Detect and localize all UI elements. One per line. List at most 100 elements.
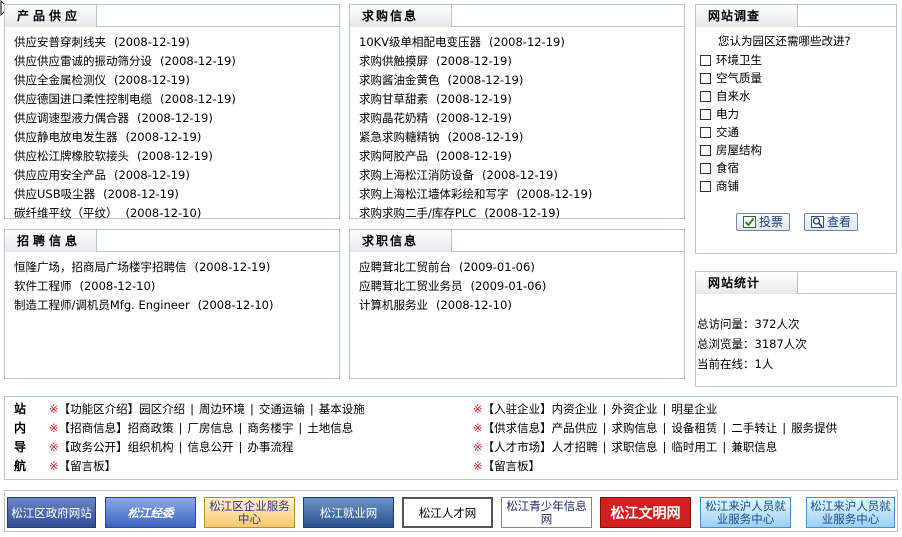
nav-section-heading[interactable]: 【入驻企业】 [483, 402, 552, 416]
survey-option[interactable]: 商铺 [700, 177, 896, 195]
survey-checkbox[interactable] [700, 126, 711, 138]
partner-link-enterprise-service[interactable]: 松江区企业服务中心 [204, 497, 295, 528]
survey-option[interactable]: 空气质量 [700, 69, 896, 87]
item-link[interactable]: 应聘茸北工贸业务员 [359, 279, 463, 293]
survey-checkbox[interactable] [700, 108, 711, 120]
list-item[interactable]: 供应供应雷诚的振动筛分设 (2008-12-19) [14, 52, 339, 71]
list-item[interactable]: 紧急求购糖精钠 (2008-12-19) [359, 128, 684, 147]
nav-link[interactable]: 服务提供 [791, 421, 837, 435]
list-item[interactable]: 求购晶花奶精 (2008-12-19) [359, 109, 684, 128]
list-item[interactable]: 求购供触摸屏 (2008-12-19) [359, 52, 684, 71]
survey-option[interactable]: 环境卫生 [700, 51, 896, 69]
partner-link-economic-commission[interactable]: 松江经委 [105, 497, 196, 528]
survey-checkbox[interactable] [700, 180, 711, 192]
item-link[interactable]: 供应松江牌橡胶软接头 [14, 149, 129, 163]
nav-link[interactable]: 兼职信息 [731, 440, 777, 454]
list-item[interactable]: 碳纤维平纹（平纹） (2008-12-10) [14, 204, 339, 223]
partner-link-songjiang-gov[interactable]: 松江区政府网站 [7, 497, 96, 528]
item-link[interactable]: 求购甘草甜素 [359, 92, 428, 106]
nav-section-heading[interactable]: 【招商信息】 [59, 421, 128, 435]
survey-option[interactable]: 食宿 [700, 159, 896, 177]
nav-link[interactable]: 办事流程 [247, 440, 293, 454]
list-item[interactable]: 应聘茸北工贸业务员 (2009-01-06) [359, 277, 684, 296]
nav-section-heading[interactable]: 【功能区介绍】 [59, 402, 140, 416]
nav-link[interactable]: 交通运输 [259, 402, 305, 416]
list-item[interactable]: 求购上海松江消防设备 (2008-12-19) [359, 166, 684, 185]
vote-button[interactable]: 投票 [736, 213, 791, 231]
list-item[interactable]: 计算机服务业 (2008-12-10) [359, 296, 684, 315]
survey-checkbox[interactable] [700, 90, 711, 102]
survey-option[interactable]: 房屋结构 [700, 141, 896, 159]
item-link[interactable]: 求购供触摸屏 [359, 54, 428, 68]
nav-link[interactable]: 外资企业 [612, 402, 658, 416]
nav-link[interactable]: 基本设施 [319, 402, 365, 416]
nav-link[interactable]: 信息公开 [188, 440, 234, 454]
item-link[interactable]: 供应供应雷诚的振动筛分设 [14, 54, 152, 68]
survey-checkbox[interactable] [700, 144, 711, 156]
list-item[interactable]: 供应调速型液力偶合器 (2008-12-19) [14, 109, 339, 128]
nav-link[interactable]: 求购信息 [612, 421, 658, 435]
item-link[interactable]: 供应德国进口柔性控制电缆 [14, 92, 152, 106]
nav-link[interactable]: 招商政策 [128, 421, 174, 435]
list-item[interactable]: 求购甘草甜素 (2008-12-19) [359, 90, 684, 109]
survey-checkbox[interactable] [700, 72, 711, 84]
list-item[interactable]: 供应德国进口柔性控制电缆 (2008-12-19) [14, 90, 339, 109]
item-link[interactable]: 供应调速型液力偶合器 [14, 111, 129, 125]
survey-option[interactable]: 交通 [700, 123, 896, 141]
item-link[interactable]: 求购求购二手/库存PLC [359, 206, 476, 220]
item-link[interactable]: 计算机服务业 [359, 298, 428, 312]
survey-option[interactable]: 自来水 [700, 87, 896, 105]
item-link[interactable]: 求购酱油金黄色 [359, 73, 440, 87]
list-item[interactable]: 求购上海松江墙体彩绘和写字 (2008-12-19) [359, 185, 684, 204]
list-item[interactable]: 供应USB吸尘器 (2008-12-19) [14, 185, 339, 204]
nav-section-heading[interactable]: 【人才市场】 [483, 440, 552, 454]
nav-link[interactable]: 组织机构 [128, 440, 174, 454]
nav-section-heading[interactable]: 【政务公开】 [59, 440, 128, 454]
list-item[interactable]: 应聘茸北工贸前台 (2009-01-06) [359, 258, 684, 277]
list-item[interactable]: 供应松江牌橡胶软接头 (2008-12-19) [14, 147, 339, 166]
nav-link[interactable]: 土地信息 [307, 421, 353, 435]
list-item[interactable]: 求购阿胶产品 (2008-12-19) [359, 147, 684, 166]
survey-checkbox[interactable] [700, 54, 711, 66]
item-link[interactable]: 恒隆广场，招商局广场楼宇招聘信 [14, 260, 187, 274]
partner-link-civilization[interactable]: 松江文明网 [600, 497, 691, 528]
nav-link[interactable]: 明星企业 [671, 402, 717, 416]
list-item[interactable]: 供应静电放电发生器 (2008-12-19) [14, 128, 339, 147]
partner-link-employment[interactable]: 松江就业网 [303, 497, 394, 528]
nav-link[interactable]: 二手转让 [731, 421, 777, 435]
survey-option[interactable]: 电力 [700, 105, 896, 123]
list-item[interactable]: 软件工程师 (2008-12-10) [14, 277, 339, 296]
nav-section-heading[interactable]: 【留言板】 [59, 459, 117, 473]
list-item[interactable]: 制造工程师/调机员Mfg. Engineer (2008-12-10) [14, 296, 339, 315]
item-link[interactable]: 供应USB吸尘器 [14, 187, 95, 201]
nav-link[interactable]: 临时用工 [671, 440, 717, 454]
nav-link[interactable]: 厂房信息 [188, 421, 234, 435]
nav-link[interactable]: 人才招聘 [552, 440, 598, 454]
item-link[interactable]: 供应全金属检测仪 [14, 73, 106, 87]
item-link[interactable]: 求购阿胶产品 [359, 149, 428, 163]
item-link[interactable]: 求购上海松江消防设备 [359, 168, 474, 182]
nav-link[interactable]: 内资企业 [552, 402, 598, 416]
partner-link-talent[interactable]: 松江人才网 [402, 497, 493, 528]
nav-link[interactable]: 周边环境 [199, 402, 245, 416]
list-item[interactable]: 供应应用安全产品 (2008-12-19) [14, 166, 339, 185]
item-link[interactable]: 供应安普穿刺线夹 [14, 35, 106, 49]
item-link[interactable]: 制造工程师/调机员Mfg. Engineer [14, 298, 190, 312]
nav-link[interactable]: 设备租赁 [671, 421, 717, 435]
list-item[interactable]: 求购酱油金黄色 (2008-12-19) [359, 71, 684, 90]
list-item[interactable]: 恒隆广场，招商局广场楼宇招聘信 (2008-12-19) [14, 258, 339, 277]
nav-link[interactable]: 园区介绍 [139, 402, 185, 416]
item-link[interactable]: 应聘茸北工贸前台 [359, 260, 451, 274]
partner-link-youth-info[interactable]: 松江青少年信息网 [501, 497, 592, 528]
nav-section-heading[interactable]: 【留言板】 [483, 459, 541, 473]
nav-link[interactable]: 产品供应 [552, 421, 598, 435]
item-link[interactable]: 求购晶花奶精 [359, 111, 428, 125]
nav-link[interactable]: 商务楼宇 [247, 421, 293, 435]
item-link[interactable]: 紧急求购糖精钠 [359, 130, 440, 144]
list-item[interactable]: 供应安普穿刺线夹 (2008-12-19) [14, 33, 339, 52]
item-link[interactable]: 10KV级单相配电变压器 [359, 35, 481, 49]
item-link[interactable]: 软件工程师 [14, 279, 72, 293]
item-link[interactable]: 碳纤维平纹（平纹） [14, 206, 118, 220]
survey-checkbox[interactable] [700, 162, 711, 174]
view-results-button[interactable]: 查看 [804, 213, 859, 231]
